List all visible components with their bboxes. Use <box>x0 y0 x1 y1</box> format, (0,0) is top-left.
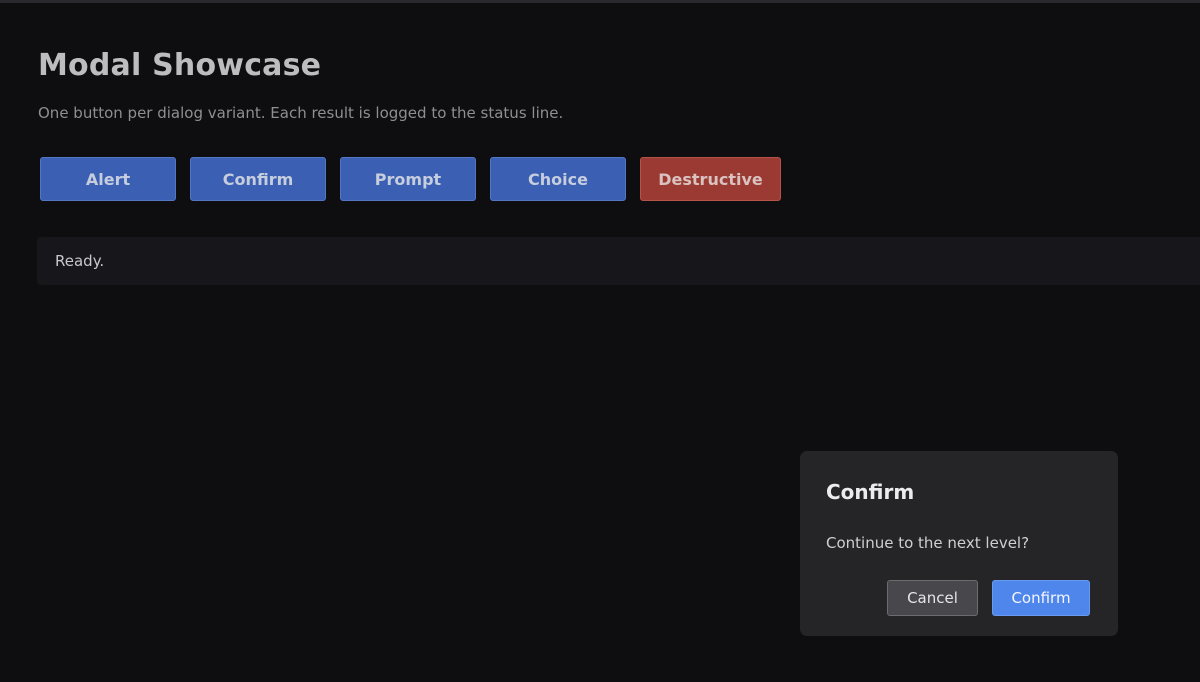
confirm-button[interactable]: Confirm <box>190 157 326 201</box>
confirm-dialog: Confirm Continue to the next level? Canc… <box>800 451 1118 636</box>
alert-button[interactable]: Alert <box>40 157 176 201</box>
page-subtitle: One button per dialog variant. Each resu… <box>38 104 564 122</box>
dialog-confirm-button[interactable]: Confirm <box>992 580 1090 616</box>
dialog-message: Continue to the next level? <box>826 534 1030 552</box>
status-text: Ready. <box>55 252 105 270</box>
window-top-border <box>0 0 1200 3</box>
choice-button[interactable]: Choice <box>490 157 626 201</box>
status-line: Ready. <box>37 237 1200 285</box>
variant-button-row: Alert Confirm Prompt Choice Destructive <box>40 157 781 201</box>
dialog-cancel-button[interactable]: Cancel <box>887 580 978 616</box>
page-title: Modal Showcase <box>38 48 322 83</box>
dialog-title: Confirm <box>826 480 915 504</box>
destructive-button[interactable]: Destructive <box>640 157 781 201</box>
prompt-button[interactable]: Prompt <box>340 157 476 201</box>
dialog-actions: Cancel Confirm <box>887 580 1090 616</box>
